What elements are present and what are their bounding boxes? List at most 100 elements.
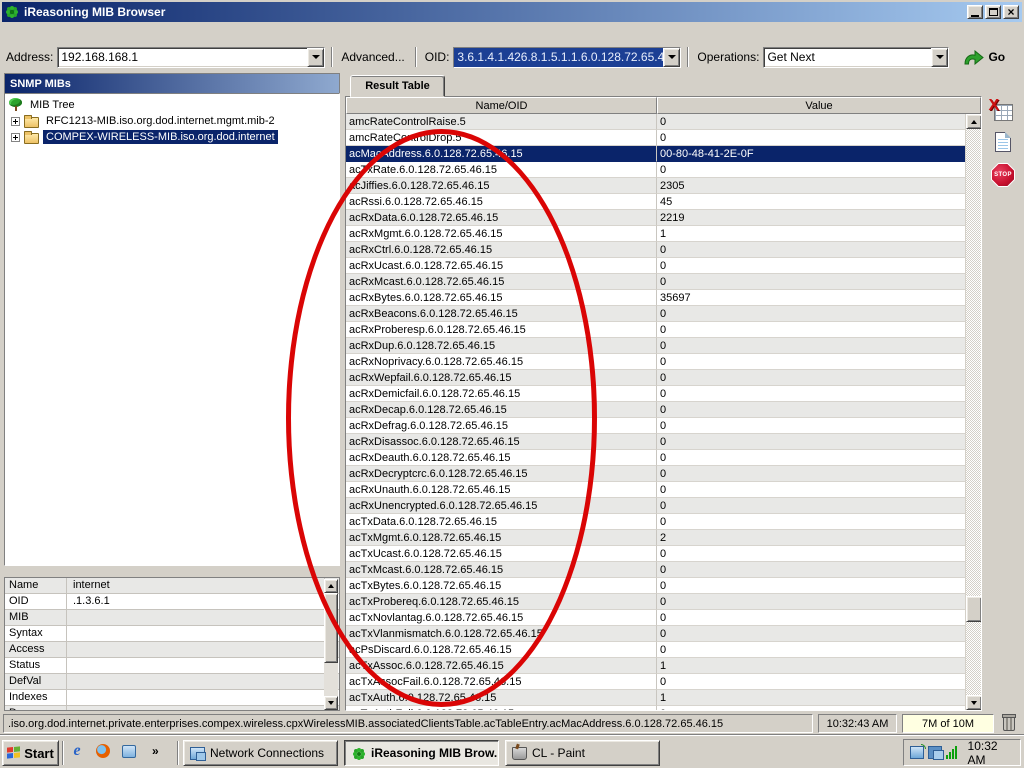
internet-explorer-icon[interactable]: e [68, 742, 86, 760]
tree-root-item[interactable]: MIB Tree [8, 97, 339, 113]
cell-value[interactable]: 00-80-48-41-2E-0F [657, 146, 981, 162]
cell-value[interactable]: 0 [657, 130, 981, 146]
tree-folder-item[interactable]: RFC1213-MIB.iso.org.dod.internet.mgmt.mi… [8, 113, 339, 129]
column-header-name-oid[interactable]: Name/OID [346, 97, 657, 114]
operations-value[interactable]: Get Next [764, 48, 931, 67]
cell-value[interactable]: 0 [657, 370, 981, 386]
cell-value[interactable]: 0 [657, 258, 981, 274]
cell-name-oid[interactable]: amcRateControlRaise.5 [346, 114, 657, 130]
oid-dropdown-button[interactable] [663, 48, 680, 67]
menu-item[interactable] [20, 31, 36, 36]
explorer-window-icon[interactable] [120, 742, 138, 760]
scroll-down-button[interactable] [324, 696, 338, 710]
column-header-value[interactable]: Value [657, 97, 981, 114]
address-combobox[interactable]: 192.168.168.1 [57, 47, 325, 68]
oid-combobox[interactable]: 3.6.1.4.1.426.8.1.5.1.1.6.0.128.72.65.46… [453, 47, 681, 68]
cell-value[interactable]: 0 [657, 162, 981, 178]
cell-name-oid[interactable]: acTxAuthFail.6.0.128.72.65.46.15 [346, 706, 657, 711]
operations-dropdown-button[interactable] [931, 48, 948, 67]
address-value[interactable]: 192.168.168.1 [58, 48, 307, 67]
menu-item[interactable] [4, 31, 20, 36]
cell-value[interactable]: 0 [657, 514, 981, 530]
cell-value[interactable]: 0 [657, 450, 981, 466]
task-button-paint[interactable]: CL - Paint [505, 740, 660, 766]
close-button[interactable] [1003, 5, 1019, 19]
cell-value[interactable]: 0 [657, 114, 981, 130]
scrollbar-thumb[interactable] [966, 596, 982, 622]
cell-value[interactable]: 2 [657, 530, 981, 546]
cell-value[interactable]: 1 [657, 690, 981, 706]
cell-value[interactable]: 35697 [657, 290, 981, 306]
cell-value[interactable]: 1 [657, 226, 981, 242]
title-bar[interactable]: iReasoning MIB Browser [2, 2, 1022, 22]
cell-value[interactable]: 0 [657, 642, 981, 658]
new-document-button[interactable] [995, 132, 1011, 152]
cell-value[interactable]: 0 [657, 594, 981, 610]
cell-value[interactable]: 0 [657, 338, 981, 354]
cell-value[interactable]: 0 [657, 402, 981, 418]
network-icon [190, 747, 205, 760]
scroll-down-button[interactable] [966, 695, 982, 710]
tree-root-label[interactable]: MIB Tree [27, 98, 78, 112]
expand-plus-icon[interactable] [11, 133, 20, 142]
cell-value[interactable]: 45 [657, 194, 981, 210]
cell-value[interactable]: 0 [657, 674, 981, 690]
delete-table-button[interactable]: X [994, 104, 1013, 121]
wireless-status-icon[interactable] [910, 746, 924, 759]
task-button-network[interactable]: Network Connections [183, 740, 338, 766]
cell-value[interactable]: 0 [657, 274, 981, 290]
stop-button[interactable]: STOP [991, 163, 1015, 187]
cell-value[interactable]: 0 [657, 418, 981, 434]
red-x-icon: X [989, 97, 1000, 115]
cell-value[interactable]: 2305 [657, 178, 981, 194]
tree-folder-label[interactable]: COMPEX-WIRELESS-MIB.iso.org.dod.internet [43, 130, 278, 144]
property-row: OID .1.3.6.1 [5, 594, 339, 610]
cell-value[interactable]: 0 [657, 482, 981, 498]
expand-plus-icon[interactable] [11, 117, 20, 126]
table-scrollbar[interactable] [965, 114, 981, 710]
cell-value[interactable]: 0 [657, 498, 981, 514]
property-row: Access [5, 642, 339, 658]
firefox-icon[interactable] [94, 742, 112, 760]
cell-value[interactable]: 1 [657, 658, 981, 674]
oid-value[interactable]: 3.6.1.4.1.426.8.1.5.1.1.6.0.128.72.65.46… [454, 48, 663, 67]
cell-value[interactable]: 0 [657, 386, 981, 402]
cell-value[interactable]: 0 [657, 546, 981, 562]
tree-folder-item[interactable]: COMPEX-WIRELESS-MIB.iso.org.dod.internet [8, 129, 339, 145]
tree-folder-label[interactable]: RFC1213-MIB.iso.org.dod.internet.mgmt.mi… [43, 114, 278, 128]
network-status-icon[interactable] [928, 746, 942, 759]
cell-value[interactable]: 0 [657, 434, 981, 450]
trash-icon[interactable] [1003, 717, 1015, 731]
menu-item[interactable] [52, 31, 68, 36]
side-toolbar: X STOP [986, 104, 1020, 187]
operations-combobox[interactable]: Get Next [763, 47, 949, 68]
task-button-mib[interactable]: iReasoning MIB Brow... [344, 740, 499, 766]
cell-value[interactable]: 0 [657, 706, 981, 711]
quick-launch-overflow-chevron[interactable]: » [152, 744, 159, 758]
cell-value[interactable]: 0 [657, 610, 981, 626]
cell-value[interactable]: 0 [657, 578, 981, 594]
table-row[interactable]: amcRateControlRaise.5 0 [346, 114, 981, 130]
go-button[interactable]: Go [963, 50, 1005, 65]
cell-value[interactable]: 0 [657, 466, 981, 482]
mib-tree[interactable]: MIB Tree RFC1213-MIB.iso.org.dod.interne… [4, 93, 340, 566]
signal-strength-icon[interactable] [946, 746, 961, 759]
start-button[interactable]: Start [2, 740, 59, 766]
cell-value[interactable]: 0 [657, 242, 981, 258]
cell-value[interactable]: 0 [657, 322, 981, 338]
menu-item[interactable] [68, 31, 84, 36]
cell-value[interactable]: 0 [657, 354, 981, 370]
minimize-button[interactable] [967, 5, 983, 19]
menu-item[interactable] [36, 31, 52, 36]
maximize-button[interactable] [985, 5, 1001, 19]
tab-result-table[interactable]: Result Table [350, 75, 445, 97]
property-row: Name internet [5, 578, 339, 594]
cell-value[interactable]: 0 [657, 562, 981, 578]
cell-value[interactable]: 0 [657, 626, 981, 642]
cell-value[interactable]: 2219 [657, 210, 981, 226]
advanced-button[interactable]: Advanced... [341, 50, 404, 64]
cell-value[interactable]: 0 [657, 306, 981, 322]
address-dropdown-button[interactable] [307, 48, 324, 67]
scroll-up-button[interactable] [966, 114, 982, 129]
start-label: Start [24, 746, 54, 761]
